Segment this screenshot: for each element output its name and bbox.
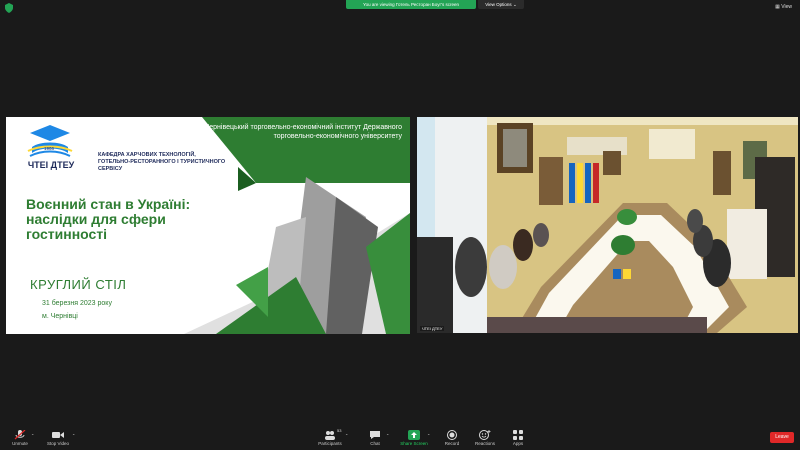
video-camera-icon: [52, 432, 64, 438]
stop-video-label: Stop Video: [47, 441, 69, 446]
department-name: КАФЕДРА ХАРЧОВИХ ТЕХНОЛОГІЙ, ГОТЕЛЬНО-РЕ…: [98, 152, 226, 172]
event-city: м. Чернівці: [42, 313, 78, 320]
view-button[interactable]: ▦ View: [775, 4, 792, 10]
chat-bubble-icon: [370, 431, 380, 439]
apps-grid-icon: [513, 430, 523, 440]
record-button[interactable]: Record: [435, 426, 469, 446]
shared-screen-slide: 1966 ЧТЕІ ДТЕУ КАФЕДРА ХАРЧОВИХ ТЕХНОЛОГ…: [6, 117, 410, 334]
share-options-caret[interactable]: ⌃: [427, 433, 430, 438]
video-options-caret[interactable]: ⌃: [72, 433, 75, 438]
stop-video-button[interactable]: Stop Video: [41, 426, 75, 446]
reactions-button[interactable]: Reactions: [468, 426, 502, 446]
slide-title: Воєнний стан в Україні: наслідки для сфе…: [26, 196, 191, 242]
audio-options-caret[interactable]: ⌃: [31, 433, 34, 438]
leave-button[interactable]: Leave: [770, 432, 794, 443]
apps-button[interactable]: Apps: [501, 426, 535, 446]
institute-name: Чернівецький торговельно-економічний інс…: [204, 124, 402, 140]
view-options-button[interactable]: View Options ⌄: [478, 0, 524, 9]
conference-room-scene: [417, 117, 798, 333]
participants-options-caret[interactable]: ⌃: [345, 433, 348, 438]
chevron-down-icon: ⌄: [512, 2, 517, 7]
grid-icon: ▦: [775, 4, 780, 10]
smiley-plus-icon: [479, 430, 491, 440]
share-screen-button[interactable]: Share Screen: [397, 426, 431, 446]
chat-label: Chat: [370, 441, 380, 446]
apps-label: Apps: [512, 441, 524, 446]
record-icon: [447, 430, 457, 440]
participants-label: Participants: [318, 441, 342, 446]
event-date: 31 березня 2023 року: [42, 300, 112, 307]
participants-icon: [325, 431, 335, 440]
logo-text: ЧТЕІ ДТЕУ: [27, 160, 75, 170]
participants-count: 53: [337, 428, 342, 433]
reactions-label: Reactions: [474, 441, 495, 446]
record-label: Record: [444, 441, 460, 446]
meeting-toolbar: Unmute ⌃ Stop Video ⌃ Participants 53 ⌃ …: [0, 426, 800, 450]
logo-year: 1966: [44, 146, 55, 151]
share-screen-label: Share Screen: [400, 441, 428, 446]
slide-subtitle: КРУГЛИЙ СТІЛ: [30, 277, 127, 292]
chat-options-caret[interactable]: ⌃: [386, 433, 389, 438]
camera-label: ЧТЕІ ДТЕУ: [420, 326, 445, 331]
view-label: View: [781, 4, 792, 10]
screen-share-banner: You are viewing Готель Ресторан Боуг's s…: [346, 0, 476, 9]
microphone-muted-icon: [14, 430, 26, 440]
security-shield-icon[interactable]: [4, 3, 14, 13]
unmute-label: Unmute: [12, 441, 28, 446]
participant-video-feed[interactable]: ЧТЕІ ДТЕУ: [417, 117, 798, 333]
participants-button[interactable]: Participants: [313, 426, 347, 446]
share-screen-icon: [408, 430, 420, 440]
view-options-label: View Options: [485, 2, 512, 7]
